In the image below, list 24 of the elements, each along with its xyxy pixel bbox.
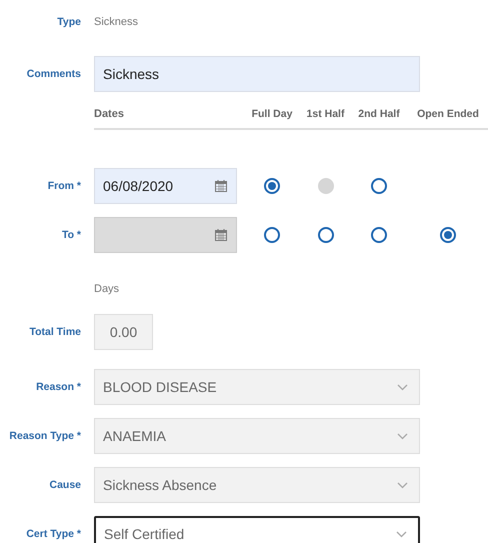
column-header: 2nd Half <box>357 108 401 120</box>
field-label: Reason * <box>35 381 82 393</box>
date-field[interactable]: 06/08/2020 <box>94 168 237 204</box>
total-time-field: 0.00 <box>94 314 153 350</box>
field-label: From * <box>46 180 82 192</box>
dropdown[interactable]: Self Certified <box>94 516 420 543</box>
field-label: To * <box>60 229 82 241</box>
field-label: Type <box>56 16 82 28</box>
field-label: Cert Type * <box>25 528 82 540</box>
calendar-icon[interactable] <box>215 180 227 192</box>
chevron-down-icon[interactable] <box>396 530 407 538</box>
column-header: Open Ended <box>416 108 480 120</box>
unit-label: Days <box>94 283 120 295</box>
column-header: Dates <box>94 108 125 120</box>
radio-button[interactable] <box>264 178 280 194</box>
field-label: Reason Type * <box>8 430 82 442</box>
comments-field[interactable]: Sickness <box>94 56 420 92</box>
type-value: Sickness <box>94 16 138 28</box>
column-header: Full Day <box>250 108 294 120</box>
column-header: 1st Half <box>306 108 346 120</box>
field-label: Comments <box>26 68 82 80</box>
field-label: Cause <box>48 479 82 491</box>
radio-button[interactable] <box>371 178 387 194</box>
field-label: Total Time <box>28 326 82 338</box>
